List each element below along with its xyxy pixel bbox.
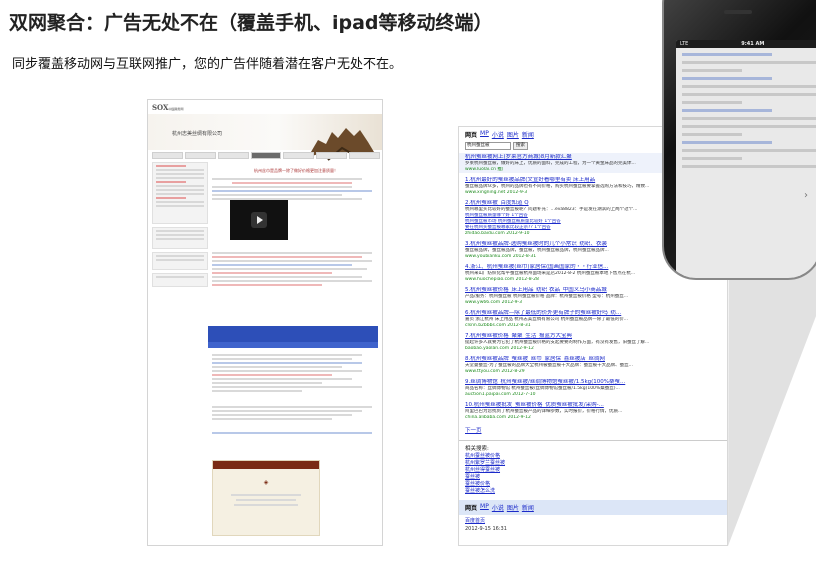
result-title[interactable]: 6.杭州蚕丝被品牌—除了最低的价外更有牌子的蚕丝被好吗_纺... (465, 310, 721, 317)
result-title[interactable]: 8.杭州蚕丝被品牌_蚕丝被_丝巾_家居保_喜丝被店_丝绸网 (465, 356, 721, 363)
related-item[interactable]: 蚕丝被价格 (465, 481, 721, 488)
related-item[interactable]: 蚕丝被 (465, 474, 721, 481)
site-nav-item[interactable] (250, 152, 282, 159)
site-nav-item[interactable] (316, 152, 348, 159)
phone-page-content (676, 53, 816, 168)
search-result[interactable]: 5.杭州蚕丝被价格_床上用品_纺织 衣品_中国义乌小商品城 产品/服务：杭州蚕丝… (459, 286, 727, 306)
search-result[interactable]: 10.杭州蚕丝被批发_蚕丝被价格_优质蚕丝被批发/采购-... 阿里巴巴为您找到… (459, 401, 727, 421)
result-url: www.ttyou.com 2012-8-29 (465, 369, 525, 374)
site-nav-item[interactable] (184, 152, 216, 159)
article-body (212, 352, 380, 436)
video-player[interactable] (230, 200, 288, 240)
article-headline: 杭州丝巾是品牌—除了做好价格更加注意质量！ (254, 168, 338, 173)
related-label: 相关搜索: (465, 446, 489, 452)
carrier-label: LTE (680, 41, 689, 47)
site-nav-item[interactable] (152, 152, 183, 159)
site-nav-item[interactable] (217, 152, 249, 159)
related-item[interactable]: 杭州丝得蚕丝被 (465, 467, 721, 474)
search-result[interactable]: 9.丝绸博物馆_杭州蚕丝被/丝绸博物馆蚕丝被/1.5kg(100%桑蚕... 商… (459, 378, 727, 398)
nav-web[interactable]: 网页 (465, 130, 477, 139)
smartphone-image: LTE 9:41 AM ▭ › (662, 0, 816, 280)
result-title[interactable]: 7.杭州蚕丝被价格_聚聚_生活_报蓝方大宝典 (465, 333, 721, 340)
nav-images[interactable]: 图片 (507, 130, 519, 139)
phone-status-bar: LTE 9:41 AM ▭ (676, 40, 816, 48)
result-url: clsnn.b2bbbs.com 2012-8-31 (465, 323, 531, 328)
related-item[interactable]: 杭州蚕丝被价格 (465, 453, 721, 460)
related-searches: 相关搜索: 杭州蚕丝被价格 杭州紫罗兰蚕丝被 杭州丝得蚕丝被 蚕丝被 蚕丝被价格… (459, 440, 727, 498)
next-page-link[interactable]: 下一页 (459, 424, 727, 436)
related-item[interactable]: 蚕丝被怎么洗 (465, 488, 721, 495)
result-title[interactable]: 5.杭州蚕丝被价格_床上用品_纺织 衣品_中国义乌小商品城 (465, 287, 721, 294)
company-ad-card[interactable]: ◈ (212, 460, 320, 536)
status-time: 9:41 AM (741, 41, 765, 47)
result-title[interactable]: 10.杭州蚕丝被批发_蚕丝被价格_优质蚕丝被批发/采购-... (465, 402, 721, 409)
play-icon[interactable] (251, 212, 267, 228)
ad-logo: ◈ (263, 479, 269, 486)
company-name: 杭州志美丝绸有限公司 (172, 131, 223, 137)
result-url: www.yw66.com 2012-9-3 (465, 300, 523, 305)
related-item[interactable]: 杭州紫罗兰蚕丝被 (465, 460, 721, 467)
serp-bottom-nav: 网页 MP 小说 图片 新闻 (459, 500, 727, 515)
result-url: baobao.yaolan.com 2012-9-12 (465, 346, 534, 351)
bottom-nav-news[interactable]: 新闻 (522, 503, 534, 512)
search-result[interactable]: 6.杭州蚕丝被品牌—除了最低的价外更有牌子的蚕丝被好吗_纺... 嘉页 浙江杭州… (459, 309, 727, 329)
page-title: 双网聚合：广告无处不在（覆盖手机、ipad等移动终端） (9, 12, 493, 34)
result-url: china.alibaba.com 2012-9-12 (465, 415, 531, 420)
nav-novel[interactable]: 小说 (492, 130, 504, 139)
site-nav-item[interactable] (283, 152, 315, 159)
search-button[interactable]: 搜索 (513, 142, 528, 150)
page-timestamp: 2012-9-15 16:31 (465, 526, 507, 532)
site-sidebar (152, 162, 208, 342)
phone-speaker (724, 10, 752, 14)
search-result[interactable]: 8.杭州蚕丝被品牌_蚕丝被_丝巾_家居保_喜丝被店_丝绸网 天堂曼蚕丝-为了蚕丝… (459, 355, 727, 375)
nav-news[interactable]: 新闻 (522, 130, 534, 139)
site-nav-item[interactable] (349, 152, 381, 159)
website-screenshot: SOX中国商务网 杭州志美丝绸有限公司 杭州丝巾是品牌—除了做好价格更加注意质量… (147, 99, 383, 546)
nav-mp[interactable]: MP (480, 130, 489, 139)
bottom-nav-web[interactable]: 网页 (465, 503, 477, 512)
bottom-nav-novel[interactable]: 小说 (492, 503, 504, 512)
chevron-right-icon[interactable]: › (804, 190, 808, 201)
site-nav (152, 152, 381, 159)
search-result[interactable]: 7.杭州蚕丝被价格_聚聚_生活_报蓝方大宝典 提起许多人就要为它犯了杭州蚕丝被价… (459, 332, 727, 352)
search-input[interactable]: 杭州蚕丝被 (465, 142, 511, 150)
bottom-nav-mp[interactable]: MP (480, 503, 489, 512)
result-url: auction1.paipai.com 2012-7-10 (465, 392, 536, 397)
page-subtitle: 同步覆盖移动网与互联网推广，您的广告伴随着潜在客户无处不在。 (12, 57, 403, 72)
article-banner (208, 326, 378, 342)
result-title[interactable]: 9.丝绸博物馆_杭州蚕丝被/丝绸博物馆蚕丝被/1.5kg(100%桑蚕... (465, 379, 721, 386)
site-logo[interactable]: SOX中国商务网 (152, 103, 183, 112)
baidu-home-link[interactable]: 百度首页 (459, 515, 727, 526)
bottom-nav-images[interactable]: 图片 (507, 503, 519, 512)
phone-screen: LTE 9:41 AM ▭ › (676, 40, 816, 278)
